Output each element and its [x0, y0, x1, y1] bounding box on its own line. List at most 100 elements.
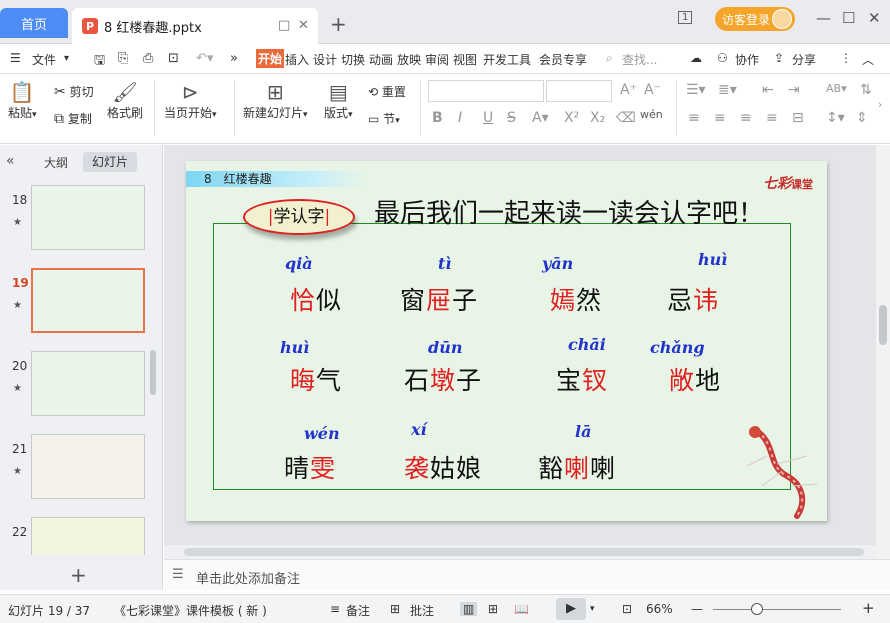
layout-button[interactable]: ▤ 版式▾ [324, 80, 353, 121]
eraser-icon[interactable]: ⌫ [616, 110, 636, 126]
section-button[interactable]: ▭ 节▾ [368, 110, 400, 127]
tab-home[interactable]: 首页 [0, 8, 68, 38]
play-dropdown-icon[interactable]: ▾ [590, 604, 595, 614]
vertical-scrollbar[interactable] [876, 145, 890, 559]
menu-tab-8[interactable]: 开发工具 [483, 51, 531, 68]
zoom-out-icon[interactable]: — [691, 602, 703, 616]
horizontal-scroll-thumb[interactable] [184, 548, 864, 556]
align-left-icon[interactable]: ≡ [688, 110, 700, 126]
notes-placeholder[interactable]: 单击此处添加备注 [196, 568, 300, 587]
notes-pane[interactable]: ☰ 单击此处添加备注 [164, 559, 890, 590]
normal-view-icon[interactable]: ▥ [460, 602, 478, 616]
tab-close-icon[interactable]: ✕ [298, 18, 309, 33]
copy-button[interactable]: ⧉ 复制 [54, 110, 92, 127]
font-shrink-icon[interactable]: A⁻ [644, 82, 661, 98]
maximize-icon[interactable]: ☐ [842, 9, 855, 27]
search-input[interactable]: 查找... [622, 51, 657, 68]
tab-document[interactable]: P 8 红楼春趣.pptx □ ✕ [72, 8, 318, 44]
minimize-icon[interactable]: — [816, 9, 831, 27]
paragraph-spacing-icon[interactable]: ⇕ [856, 110, 868, 126]
vertical-scroll-thumb[interactable] [879, 305, 887, 345]
menu-tab-6[interactable]: 审阅 [425, 51, 449, 68]
zoom-level[interactable]: 66% [646, 602, 673, 616]
thumbnail-row[interactable]: 19 ★ [0, 266, 163, 336]
text-direction-icon[interactable]: AB▾ [826, 82, 847, 95]
zoom-slider-track[interactable] [713, 609, 841, 610]
cut-button[interactable]: ✂ 剪切 [54, 83, 94, 100]
save-icon[interactable]: 🖫 [94, 51, 105, 73]
notes-toggle-icon[interactable]: ≡ [330, 602, 340, 616]
menu-file[interactable]: 文件 [32, 51, 56, 68]
thumbnail-scrollbar[interactable] [150, 350, 156, 395]
preview-icon[interactable]: ⊡ [168, 51, 179, 66]
fit-window-icon[interactable]: ⊡ [622, 602, 632, 616]
strikethrough-icon[interactable]: S [507, 110, 516, 126]
play-from-current-button[interactable]: ⊳ 当页开始▾ [164, 80, 217, 121]
guest-login-button[interactable]: 访客登录 [715, 7, 795, 31]
horizontal-scrollbar[interactable] [164, 545, 876, 559]
menu-tab-7[interactable]: 视图 [453, 51, 477, 68]
share-button[interactable]: 分享 [792, 51, 816, 68]
align-center-icon[interactable]: ≡ [714, 110, 726, 126]
print-icon[interactable]: ⎙ [143, 51, 153, 66]
export-icon[interactable]: ⎘ [118, 51, 128, 66]
window-close-icon[interactable]: ✕ [868, 9, 881, 27]
add-slide-icon[interactable]: + [70, 563, 87, 587]
menu-tab-4[interactable]: 动画 [369, 51, 393, 68]
thumbnail-row[interactable]: 21 ★ [0, 432, 163, 502]
slide-thumbnail[interactable] [31, 434, 145, 499]
template-name[interactable]: 《七彩课堂》课件模板 ( 新 ) [114, 602, 267, 619]
paste-button[interactable]: 📋 粘贴▾ [8, 80, 37, 121]
new-tab-icon[interactable]: + [330, 12, 347, 36]
phonetic-guide-button[interactable]: wén [640, 108, 663, 121]
italic-icon[interactable]: I [458, 110, 462, 126]
menu-tab-5[interactable]: 放映 [397, 51, 421, 68]
indent-icon[interactable]: ⇥ [788, 82, 800, 98]
thumbnail-row[interactable]: 22 [0, 515, 163, 555]
thumbnail-row[interactable]: 18 ★ [0, 183, 163, 253]
slide-thumbnail-current[interactable] [31, 268, 145, 333]
comments-label[interactable]: 批注 [410, 602, 434, 619]
line-spacing-icon[interactable]: ↕▾ [826, 110, 845, 126]
font-family-select[interactable] [428, 80, 544, 102]
outdent-icon[interactable]: ⇤ [762, 82, 774, 98]
underline-icon[interactable]: U [483, 110, 493, 126]
collapse-panel-icon[interactable]: « [6, 153, 15, 169]
tab-slides[interactable]: 幻灯片 [83, 152, 137, 172]
menu-tab-0[interactable]: 开始 [256, 49, 285, 68]
reading-view-icon[interactable]: 📖 [514, 602, 529, 616]
font-color-icon[interactable]: A▾ [532, 110, 549, 126]
comments-icon[interactable]: ⊞ [390, 602, 400, 616]
font-grow-icon[interactable]: A⁺ [620, 82, 637, 98]
menu-tab-1[interactable]: 插入 [285, 51, 309, 68]
tab-pin-icon[interactable]: □ [278, 18, 290, 33]
undo-icon[interactable]: ↶▾ [196, 51, 213, 66]
bold-icon[interactable]: B [432, 110, 443, 126]
slide-sorter-icon[interactable]: ⊞ [488, 602, 498, 616]
collab-button[interactable]: 协作 [735, 51, 759, 68]
menu-tab-2[interactable]: 设计 [313, 51, 337, 68]
format-painter-button[interactable]: 🖌 格式刷 [107, 80, 143, 121]
more-icon[interactable]: ⋮ [840, 51, 852, 65]
font-size-select[interactable] [546, 80, 612, 102]
slide-thumbnail[interactable] [31, 517, 145, 555]
reset-button[interactable]: ⟲ 重置 [368, 83, 406, 100]
bullets-icon[interactable]: ☰▾ [686, 82, 706, 98]
slide-thumbnail[interactable] [31, 185, 145, 250]
superscript-icon[interactable]: X² [564, 110, 579, 126]
play-slideshow-button[interactable]: ▶ [556, 598, 586, 620]
zoom-in-icon[interactable]: + [862, 599, 875, 617]
sort-icon[interactable]: ⇅ [860, 82, 872, 98]
hamburger-icon[interactable]: ☰ [10, 51, 21, 65]
menu-tab-9[interactable]: 会员专享 [539, 51, 587, 68]
thumbnail-row[interactable]: 20 ★ [0, 349, 163, 419]
file-dropdown-icon[interactable]: ▾ [64, 53, 69, 64]
current-slide[interactable]: 8 红楼春趣 七彩课堂 |学认字| 最后我们一起来读一读会认字吧！ qià 恰似… [186, 161, 827, 521]
distribute-icon[interactable]: ⊟ [792, 110, 804, 126]
slide-thumbnail[interactable] [31, 351, 145, 416]
ribbon-scroll-right-icon[interactable]: › [878, 98, 882, 111]
zoom-slider-handle[interactable] [751, 603, 763, 615]
menu-tab-3[interactable]: 切换 [341, 51, 365, 68]
cloud-icon[interactable]: ☁ [690, 51, 702, 65]
align-right-icon[interactable]: ≡ [740, 110, 752, 126]
